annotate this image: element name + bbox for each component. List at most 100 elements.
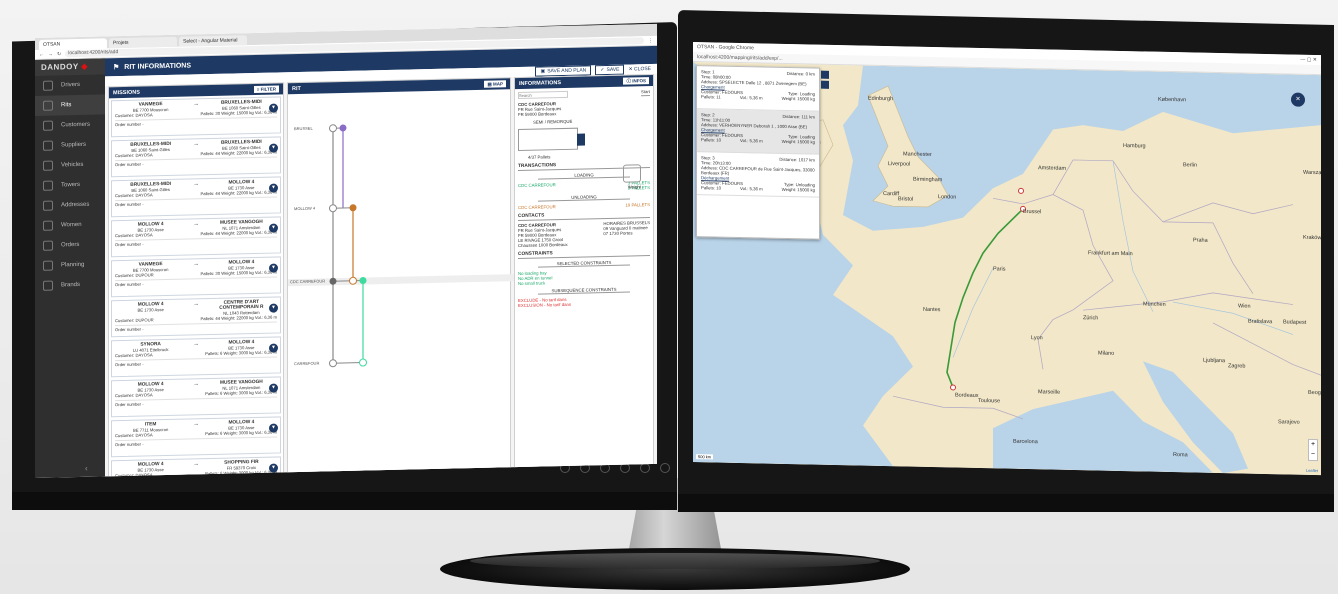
menu-icon[interactable]: ⋮	[648, 37, 653, 43]
stop-node	[359, 358, 367, 367]
stop-label: BRUSSEL	[294, 126, 313, 131]
city-label: Manchester	[903, 151, 932, 159]
zoom-in-button[interactable]: +	[1309, 440, 1317, 450]
back-icon[interactable]: ←	[39, 51, 44, 57]
window-controls[interactable]: — ▢ ✕	[1300, 57, 1317, 63]
mission-card[interactable]: MOLLOW 4 BE 1730 Asse → CENTRE D'ART CONTEM…	[111, 296, 281, 338]
city-label: Toulouse	[978, 397, 1001, 405]
sidebar-item-women[interactable]: Women	[35, 214, 105, 236]
city-label: København	[1158, 96, 1187, 104]
rit-icon	[43, 100, 53, 111]
sidebar-item-orders[interactable]: Orders	[35, 234, 105, 256]
subsequence-constraints-heading: SUBSEQUENCE CONSTRAINTS	[538, 286, 630, 295]
sidebar-item-label: Vehicles	[61, 161, 84, 169]
check-icon: ✓	[600, 67, 605, 74]
sidebar-item-rits[interactable]: Rits	[35, 94, 105, 116]
brands-icon	[43, 280, 53, 291]
loading-company[interactable]: CDC CARREFOUR	[518, 182, 556, 188]
rit-timeline: BRUSSEL MOLLOW 4 CDC CARREFOUR CARREFOUR	[288, 124, 514, 368]
mission-stats: Pallets: 44 Weight: 22000 kg Vol.: 6,36 …	[200, 149, 277, 157]
search-input[interactable]	[518, 90, 568, 100]
stop-node	[329, 124, 337, 133]
mission-card[interactable]: SYNORA LU 4071 Ettelbruck → MOLLOW 4 BE 1730…	[111, 336, 281, 378]
zoom-control: + −	[1308, 438, 1318, 462]
layers-icon[interactable]	[821, 70, 829, 79]
map-attribution[interactable]: Leaflet	[1306, 468, 1318, 473]
arrow-right-icon: →	[193, 221, 199, 228]
map-view[interactable]: DublinEdinburghManchesterLiverpoolBirmin…	[693, 62, 1321, 476]
mission-card[interactable]: VANMEGE BE 7700 Mouscron → MOLLOW 4 BE 1730 …	[111, 256, 281, 298]
mission-stats: Pallets: 30 Weight: 15000 kg Vol.: 6,36 …	[200, 269, 277, 277]
sidebar-item-label: Customers	[61, 121, 91, 129]
mission-card[interactable]: VANMEGE BE 7700 Mouscron → BRUXELLES-MIDI BE…	[111, 96, 281, 138]
mission-card[interactable]: MOLLOW 4 BE 1730 Asse → MUSEE VANGOGH NL 107…	[111, 216, 281, 258]
sidebar-item-drivers[interactable]: Drivers	[35, 74, 105, 96]
planning-icon	[43, 260, 53, 271]
unloading-company[interactable]: CDC CARREFOUR	[518, 204, 556, 210]
close-map-button[interactable]: ✕	[1291, 92, 1305, 107]
driver-icon	[43, 80, 53, 91]
step-volume: Vol.: 5,36 m	[740, 185, 763, 192]
forward-icon[interactable]: →	[48, 51, 53, 57]
print-icon[interactable]	[821, 80, 829, 89]
sidebar-item-towers[interactable]: Towers	[35, 174, 105, 196]
browser-tab[interactable]: OTSAN	[39, 38, 107, 50]
mission-customer: Customer: DAYOSA	[115, 112, 153, 119]
mission-card[interactable]: MOLLOW 4 BE 1730 Asse → MUSEE VANGOGH NL 107…	[111, 376, 281, 418]
unloading-count: 19 PALLETS	[625, 202, 650, 208]
address-icon	[43, 200, 53, 211]
mission-stats: Pallets: 6 Weight: 3000 kg Vol.: 6,36 m	[205, 429, 277, 437]
map-button[interactable]: ▤ MAP	[484, 80, 506, 88]
main-content: ⚑ RIT INFORMATIONS ▣ SAVE AND PLAN ✓ SAVE …	[105, 45, 657, 478]
sidebar-item-addresses[interactable]: Addresses	[35, 194, 105, 216]
semi-label: SEMI / REMORQUE	[533, 118, 573, 125]
city-label: Edinburgh	[868, 95, 894, 103]
collapse-icon[interactable]: ‹	[85, 464, 88, 473]
mission-customer: Customer: DAYOSA	[115, 192, 153, 199]
mission-card[interactable]: ITEM BE 7711 Mouscron → MOLLOW 4 BE 1730 Ass…	[111, 416, 281, 458]
mission-stats: Pallets: 44 Weight: 22000 kg Vol.: 6,36 …	[200, 189, 277, 197]
mission-to: CENTRE D'ART CONTEMPORAIN R NL 1043 Rotte…	[206, 300, 277, 317]
reload-icon[interactable]: ↻	[57, 51, 61, 57]
truck-caption: 4/37 Pallets	[528, 154, 551, 160]
sidebar-item-customers[interactable]: Customers	[35, 114, 105, 136]
arrow-right-icon: →	[193, 141, 199, 148]
sidebar-item-label: Orders	[61, 241, 80, 249]
sidebar-item-suppliers[interactable]: Suppliers	[35, 134, 105, 156]
zoom-out-button[interactable]: −	[1309, 450, 1317, 460]
infos-button[interactable]: ⓘ INFOS	[623, 77, 649, 85]
close-button[interactable]: ✕ CLOSE	[628, 66, 651, 73]
sidebar-item-vehicles[interactable]: Vehicles	[35, 154, 105, 176]
city-label: Bristol	[898, 196, 914, 203]
city-label: Birmingham	[913, 176, 943, 184]
rit-panel: RIT ▤ MAP BRUSSEL MOLLOW 4 CDC CARREFOUR…	[287, 77, 514, 478]
contact-left: CDC CARREFOUR FR Rue Saint-Jacques FR 59…	[518, 222, 568, 248]
browser-tab[interactable]: Projets	[109, 36, 177, 49]
step-pallets: Pallets: 10	[701, 137, 722, 143]
sidebar-item-label: Suppliers	[61, 141, 87, 149]
arrow-right-icon: →	[193, 301, 199, 308]
constraints-heading: CONSTRAINTS	[518, 249, 650, 260]
browser-tab[interactable]: Select - Angular Material	[179, 35, 247, 47]
customers-icon	[43, 120, 53, 131]
save-icon: ▣	[540, 68, 546, 75]
city-label: Warszawa	[1303, 169, 1321, 177]
mission-card[interactable]: BRUXELLES-MIDI BE 1060 Saint-Gilles → BRUXE…	[111, 136, 281, 178]
save-button[interactable]: ✓ SAVE	[595, 64, 625, 76]
stop-node	[329, 204, 337, 213]
mission-customer: Customer: DAYOSA	[115, 232, 153, 239]
load-select[interactable]: Start	[640, 89, 650, 97]
step-card[interactable]: Step: 3 Distance: 1017 km Time: 20h13:00 Ad…	[697, 152, 819, 198]
mission-card[interactable]: BRUXELLES-MIDI BE 1060 Saint-Gilles → MOLLO…	[111, 176, 281, 218]
sidebar-item-brands[interactable]: Brands	[35, 274, 105, 296]
filter-button[interactable]: ≡ FILTER	[253, 85, 279, 94]
brand-logo: DANDOY ◆	[35, 58, 105, 76]
city-label: London	[938, 194, 957, 201]
city-label: Milano	[1098, 350, 1115, 357]
step-card[interactable]: Step: 2 Distance: 111 km Time: 11h11:00 Add…	[697, 109, 819, 155]
step-card[interactable]: Step: 1 Distance: 0 km Time: 08h00:00 Addre…	[697, 66, 819, 112]
sidebar-item-planning[interactable]: Planning	[35, 254, 105, 276]
mission-from: MOLLOW 4 BE 1730 Asse	[115, 302, 186, 319]
mission-customer: Customer: DAYOSA	[115, 392, 153, 399]
city-label: Liverpool	[888, 161, 911, 168]
